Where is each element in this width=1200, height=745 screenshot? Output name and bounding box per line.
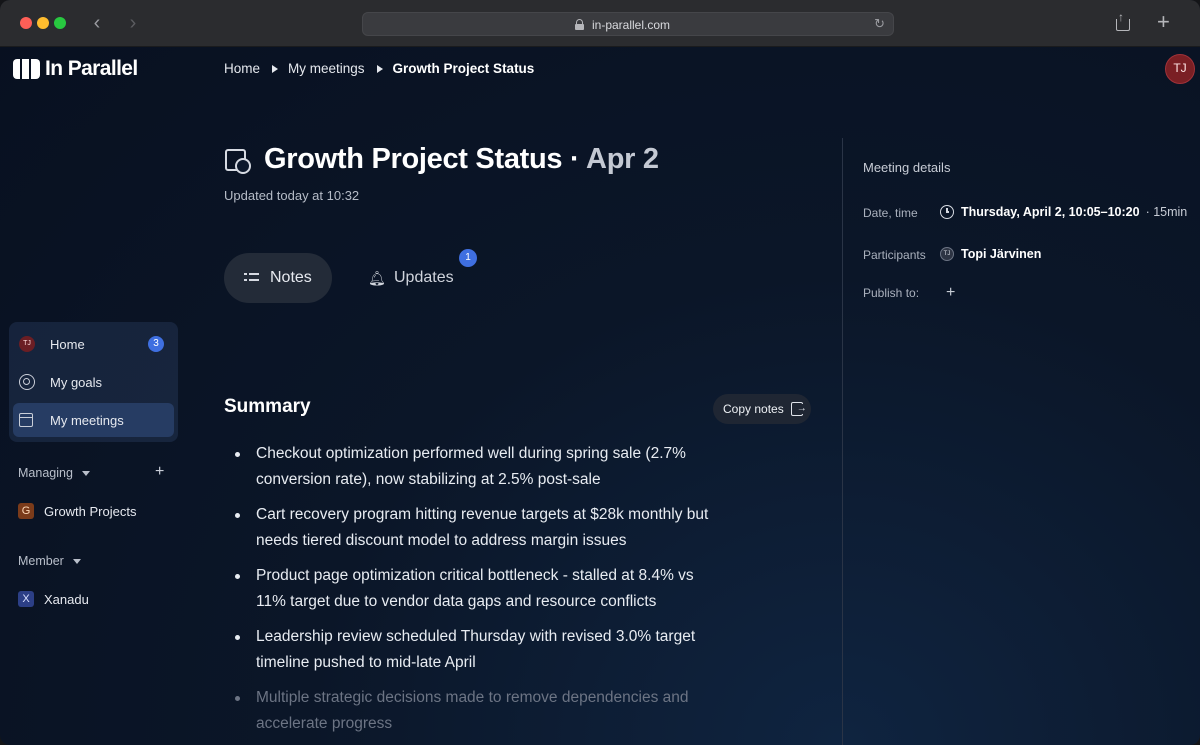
share-icon[interactable]: ↑ bbox=[1114, 10, 1132, 32]
tab-notes[interactable]: Notes bbox=[224, 253, 332, 303]
reload-icon[interactable]: ↻ bbox=[874, 16, 885, 32]
sidebar-item-home[interactable]: TJ Home 3 bbox=[13, 327, 174, 361]
breadcrumb: Home My meetings Growth Project Status bbox=[224, 61, 534, 76]
meeting-date: Apr 2 bbox=[586, 143, 659, 175]
participant-name: Topi Järvinen bbox=[961, 247, 1042, 261]
team-item-xanadu[interactable]: X Xanadu bbox=[18, 591, 89, 607]
updates-count-badge: 1 bbox=[459, 249, 477, 267]
target-icon bbox=[19, 374, 35, 390]
summary-item: Leadership review scheduled Thursday wit… bbox=[232, 624, 712, 676]
participant-chip[interactable]: TJ Topi Järvinen bbox=[940, 247, 1041, 261]
meeting-duration: · 15min bbox=[1145, 205, 1188, 219]
summary-item: Multiple strategic decisions made to rem… bbox=[232, 685, 712, 737]
page-title: Growth Project Status · Apr 2 bbox=[264, 143, 659, 175]
app-logo[interactable]: In Parallel bbox=[13, 57, 138, 81]
managing-label: Managing bbox=[18, 466, 73, 480]
member-label: Member bbox=[18, 554, 64, 568]
user-avatar[interactable]: TJ bbox=[1165, 54, 1195, 84]
zoom-window-button[interactable] bbox=[54, 17, 66, 29]
new-tab-icon[interactable]: + bbox=[1157, 10, 1170, 34]
lock-icon bbox=[575, 19, 584, 30]
address-bar[interactable]: in-parallel.com ↻ bbox=[362, 12, 894, 36]
breadcrumb-separator-icon bbox=[376, 64, 383, 73]
breadcrumb-current: Growth Project Status bbox=[392, 61, 535, 76]
bell-icon: 🔔︎ bbox=[368, 270, 386, 286]
updated-timestamp: Updated today at 10:32 bbox=[224, 188, 360, 203]
export-icon bbox=[790, 402, 807, 416]
home-count-badge: 3 bbox=[148, 336, 164, 352]
sidebar-item-my-meetings[interactable]: My meetings bbox=[13, 403, 174, 437]
participants-label: Participants bbox=[863, 248, 926, 262]
close-window-button[interactable] bbox=[20, 17, 32, 29]
calendar-icon bbox=[19, 413, 33, 427]
add-publish-target-icon[interactable]: + bbox=[946, 284, 955, 302]
summary-item: Cart recovery program hitting revenue ta… bbox=[232, 502, 712, 554]
date-time-label: Date, time bbox=[863, 206, 918, 220]
team-label: Growth Projects bbox=[44, 503, 137, 519]
minimize-window-button[interactable] bbox=[37, 17, 49, 29]
meeting-details-heading: Meeting details bbox=[863, 160, 951, 175]
breadcrumb-home[interactable]: Home bbox=[224, 61, 260, 76]
calendar-clock-icon bbox=[224, 146, 252, 174]
team-tile-icon: X bbox=[18, 591, 34, 607]
list-icon bbox=[244, 271, 260, 285]
add-team-icon[interactable]: + bbox=[155, 463, 164, 481]
home-avatar-icon: TJ bbox=[19, 336, 35, 352]
team-label: Xanadu bbox=[44, 591, 89, 607]
member-section-toggle[interactable]: Member bbox=[18, 554, 81, 568]
sidebar-item-label: Home bbox=[50, 336, 85, 352]
summary-list: Checkout optimization performed well dur… bbox=[232, 441, 712, 745]
tab-label: Notes bbox=[270, 269, 312, 286]
page-header: Growth Project Status · Apr 2 bbox=[224, 143, 659, 176]
team-tile-icon: G bbox=[18, 503, 34, 519]
breadcrumb-separator-icon bbox=[272, 64, 279, 73]
summary-item: Checkout optimization performed well dur… bbox=[232, 441, 712, 493]
url-text: in-parallel.com bbox=[592, 18, 671, 32]
breadcrumb-my-meetings[interactable]: My meetings bbox=[288, 61, 365, 76]
chevron-down-icon bbox=[72, 558, 81, 564]
sidebar-nav: TJ Home 3 My goals My meetings bbox=[9, 322, 178, 442]
tab-label: Updates bbox=[394, 269, 454, 286]
summary-item: Product page optimization critical bottl… bbox=[232, 563, 712, 615]
forward-arrow-icon[interactable]: › bbox=[122, 12, 144, 34]
tab-updates[interactable]: 🔔︎ Updates bbox=[360, 253, 470, 303]
participant-avatar: TJ bbox=[940, 247, 954, 261]
sidebar-item-label: My goals bbox=[50, 374, 103, 390]
summary-heading: Summary bbox=[224, 396, 311, 417]
copy-notes-label: Copy notes bbox=[723, 402, 784, 416]
date-time-value: Thursday, April 2, 10:05–10:20 · 15min bbox=[940, 205, 1187, 219]
panel-divider bbox=[842, 138, 843, 745]
browser-toolbar: ‹ › in-parallel.com ↻ ↑ + bbox=[0, 0, 1200, 47]
chevron-down-icon bbox=[81, 470, 90, 476]
publish-to-label: Publish to: bbox=[863, 286, 920, 300]
back-arrow-icon[interactable]: ‹ bbox=[86, 12, 108, 34]
sidebar-item-label: My meetings bbox=[50, 412, 124, 428]
logo-text: In Parallel bbox=[45, 57, 138, 80]
logo-mark-icon bbox=[13, 59, 40, 79]
clock-icon bbox=[940, 205, 954, 219]
sidebar-item-my-goals[interactable]: My goals bbox=[13, 365, 174, 399]
copy-notes-button[interactable]: Copy notes bbox=[713, 394, 811, 424]
managing-section-toggle[interactable]: Managing bbox=[18, 466, 90, 480]
browser-window: ‹ › in-parallel.com ↻ ↑ + In Parallel Ho… bbox=[0, 0, 1200, 745]
meeting-datetime: Thursday, April 2, 10:05–10:20 bbox=[961, 205, 1140, 219]
team-item-growth-projects[interactable]: G Growth Projects bbox=[18, 503, 136, 519]
